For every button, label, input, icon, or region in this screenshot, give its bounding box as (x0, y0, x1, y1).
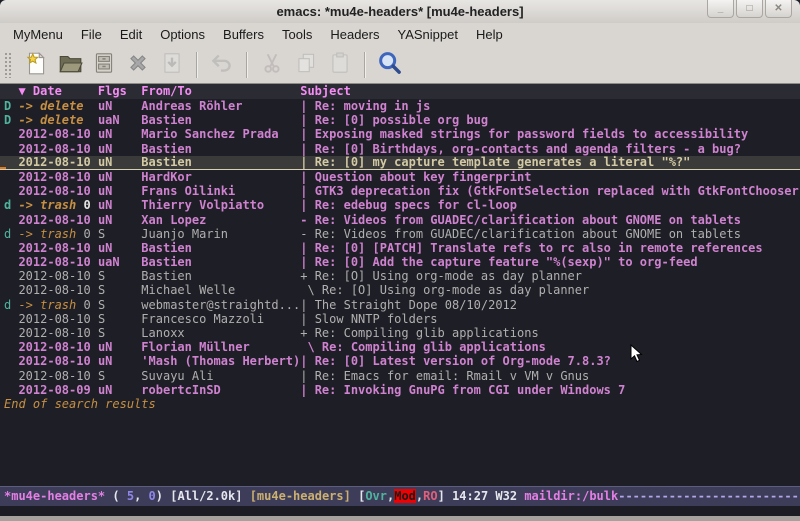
toolbar-save-as-button (155, 50, 189, 80)
message-row[interactable]: 2012-08-10 uN Bastien | Re: [0] [PATCH] … (0, 241, 800, 255)
toolbar-copy-button (289, 50, 323, 80)
mu4e-headers-buffer: ▼ Date Flgs From/To Subject D -> delete … (0, 84, 800, 486)
toolbar-save-file-button[interactable] (87, 50, 121, 80)
toolbar-close-buffer-button[interactable] (121, 50, 155, 80)
message-row[interactable]: 2012-08-10 uN 'Mash (Thomas Herbert)| Re… (0, 354, 800, 368)
message-row[interactable]: 2012-08-10 S Michael Welle \ Re: [O] Usi… (0, 283, 800, 297)
headers-column-header[interactable]: ▼ Date Flgs From/To Subject (0, 84, 800, 99)
toolbar-paste-button (323, 50, 357, 80)
toolbar-new-document-button[interactable] (19, 50, 53, 80)
toolbar-open-folder-button[interactable] (53, 50, 87, 80)
toolbar-cut-button (255, 50, 289, 80)
message-list: D -> delete uN Andreas Röhler | Re: movi… (0, 99, 800, 397)
new-document-icon (23, 50, 49, 80)
mode-line[interactable]: *mu4e-headers* ( 5, 0) [All/2.0k] [mu4e-… (0, 486, 800, 506)
menu-item-yasnippet[interactable]: YASnippet (388, 23, 466, 46)
message-row[interactable]: 2012-08-10 uN Xan Lopez - Re: Videos fro… (0, 213, 800, 227)
end-of-search-results: End of search results (0, 397, 800, 411)
open-folder-icon (57, 50, 83, 80)
menu-item-help[interactable]: Help (467, 23, 512, 46)
frame-bottom-border (0, 516, 800, 521)
message-row[interactable]: 2012-08-10 uN HardKor | Question about k… (0, 170, 800, 184)
titlebar: emacs: *mu4e-headers* [mu4e-headers] _□✕ (0, 0, 800, 24)
message-row[interactable]: d -> trash 0 uN Thierry Volpiatto | Re: … (0, 198, 800, 212)
search-icon (376, 49, 404, 81)
toolbar (0, 46, 800, 84)
toolbar-separator (364, 52, 366, 78)
menu-item-buffers[interactable]: Buffers (214, 23, 273, 46)
toolbar-separator (196, 52, 198, 78)
window-title: emacs: *mu4e-headers* [mu4e-headers] (276, 4, 523, 19)
minimize-button[interactable]: _ (707, 0, 734, 18)
toolbar-drag-handle[interactable] (4, 52, 13, 78)
menu-item-options[interactable]: Options (151, 23, 214, 46)
cut-icon (259, 50, 285, 80)
menu-item-edit[interactable]: Edit (111, 23, 151, 46)
save-file-icon (91, 50, 117, 80)
message-row[interactable]: 2012-08-10 S Bastien + Re: [O] Using org… (0, 269, 800, 283)
message-row[interactable]: d -> trash 0 S Juanjo Marin - Re: Videos… (0, 227, 800, 241)
window-controls: _□✕ (705, 0, 792, 18)
message-row[interactable]: 2012-08-10 S Suvayu Ali | Re: Emacs for … (0, 369, 800, 383)
message-row[interactable]: 2012-08-10 uN Frans Oilinki | GTK3 depre… (0, 184, 800, 198)
close-button[interactable]: ✕ (765, 0, 792, 18)
column-labels: Date Flgs From/To Subject (33, 84, 351, 98)
paste-icon (327, 50, 353, 80)
message-row[interactable]: 2012-08-10 uN Florian Müllner \ Re: Comp… (0, 340, 800, 354)
menu-item-tools[interactable]: Tools (273, 23, 321, 46)
toolbar-separator (246, 52, 248, 78)
copy-icon (293, 50, 319, 80)
message-row[interactable]: 2012-08-10 S Francesco Mazzoli | Slow NN… (0, 312, 800, 326)
message-row[interactable]: d -> trash 0 S webmaster@straightd...| T… (0, 298, 800, 312)
sort-descending-icon: ▼ (4, 84, 33, 98)
emacs-window: emacs: *mu4e-headers* [mu4e-headers] _□✕… (0, 0, 800, 521)
echo-area (0, 506, 800, 516)
message-row[interactable]: 2012-08-10 S Lanoxx + Re: Compiling glib… (0, 326, 800, 340)
toolbar-search-button[interactable] (373, 50, 407, 80)
message-row[interactable]: 2012-08-10 uN Mario Sanchez Prada | Expo… (0, 127, 800, 141)
message-row[interactable]: D -> delete uaN Bastien | Re: [0] possib… (0, 113, 800, 127)
menu-item-mymenu[interactable]: MyMenu (4, 23, 72, 46)
undo-icon (209, 50, 235, 80)
message-row[interactable]: D -> delete uN Andreas Röhler | Re: movi… (0, 99, 800, 113)
toolbar-undo-button (205, 50, 239, 80)
message-row-current[interactable]: 2012-08-10 uN Bastien | Re: [0] my captu… (0, 156, 800, 170)
menu-item-headers[interactable]: Headers (321, 23, 388, 46)
menubar: MyMenuFileEditOptionsBuffersToolsHeaders… (0, 23, 800, 46)
message-row[interactable]: 2012-08-10 uN Bastien | Re: [0] Birthday… (0, 142, 800, 156)
menu-item-file[interactable]: File (72, 23, 111, 46)
message-row[interactable]: 2012-08-10 uaN Bastien | Re: [0] Add the… (0, 255, 800, 269)
maximize-button[interactable]: □ (736, 0, 763, 18)
close-buffer-icon (125, 50, 151, 80)
save-as-icon (159, 50, 185, 80)
message-row[interactable]: 2012-08-09 uN robertcInSD | Re: Invoking… (0, 383, 800, 397)
fringe-cursor (0, 167, 6, 169)
